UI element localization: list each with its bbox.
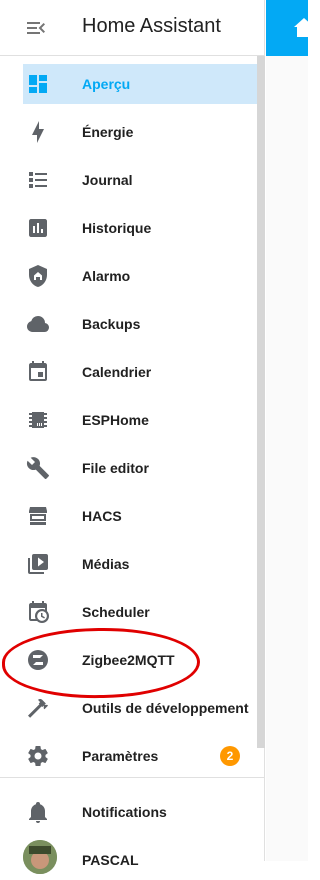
- sidebar-item-energie[interactable]: Énergie: [0, 112, 258, 152]
- sidebar-item-backups[interactable]: Backups: [0, 304, 258, 344]
- bell-icon: [29, 802, 47, 823]
- sidebar-item-label: Historique: [82, 220, 152, 236]
- sidebar-item-apercu[interactable]: Aperçu: [23, 64, 257, 104]
- play-box-icon: [28, 554, 48, 574]
- gear-icon: [28, 746, 48, 766]
- sidebar-item-label: ESPHome: [82, 412, 149, 428]
- sidebar-item-parametres[interactable]: Paramètres 2: [0, 736, 258, 776]
- menu-open-icon[interactable]: [24, 16, 48, 40]
- chart-box-icon: [29, 219, 47, 237]
- avatar-image: [23, 840, 57, 874]
- sidebar-item-journal[interactable]: Journal: [0, 160, 258, 200]
- sidebar-header: Home Assistant: [0, 0, 265, 56]
- hacs-icon: [29, 507, 47, 525]
- sidebar-divider: [0, 777, 265, 778]
- sidebar-item-label: Calendrier: [82, 364, 152, 380]
- chip-icon: [29, 412, 47, 428]
- sidebar-scrollbar[interactable]: [257, 56, 265, 748]
- cloud-icon: [27, 316, 49, 332]
- user-name: PASCAL: [82, 852, 139, 868]
- home-assistant-icon[interactable]: [292, 16, 316, 40]
- notification-badge: 2: [220, 746, 240, 766]
- sidebar-item-notifications[interactable]: Notifications: [0, 792, 258, 832]
- sidebar-item-label: Backups: [82, 316, 141, 332]
- main-toolbar: [266, 0, 314, 56]
- sidebar-item-label: Paramètres: [82, 748, 159, 764]
- sidebar-item-label: File editor: [82, 460, 149, 476]
- sidebar-item-label: Journal: [82, 172, 133, 188]
- avatar[interactable]: [23, 840, 57, 874]
- calendar-clock-icon: [29, 601, 49, 623]
- sidebar-item-label: HACS: [82, 508, 122, 524]
- sidebar-item-label: Outils de développement: [82, 700, 249, 716]
- wrench-icon: [26, 457, 49, 479]
- hammer-icon: [28, 698, 48, 718]
- sidebar-item-esphome[interactable]: ESPHome: [0, 400, 258, 440]
- shield-home-icon: [29, 265, 47, 287]
- lightning-bolt-icon: [32, 121, 44, 143]
- sidebar-item-label: Notifications: [82, 804, 167, 820]
- sidebar-item-historique[interactable]: Historique: [0, 208, 258, 248]
- main-content: [266, 0, 308, 861]
- sidebar: Home Assistant Aperçu Énergie Journal Hi…: [0, 0, 265, 874]
- sidebar-item-label: Alarmo: [82, 268, 131, 284]
- sidebar-item-label: Scheduler: [82, 604, 150, 620]
- app-title: Home Assistant: [82, 15, 221, 37]
- calendar-icon: [29, 361, 47, 381]
- dashboard-icon: [29, 75, 47, 93]
- sidebar-item-alarmo[interactable]: Alarmo: [0, 256, 258, 296]
- sidebar-item-medias[interactable]: Médias: [0, 544, 258, 584]
- format-list-icon: [29, 172, 47, 188]
- sidebar-item-calendrier[interactable]: Calendrier: [0, 352, 258, 392]
- sidebar-item-file-editor[interactable]: File editor: [0, 448, 258, 488]
- sidebar-item-hacs[interactable]: HACS: [0, 496, 258, 536]
- sidebar-item-label: Énergie: [82, 124, 134, 140]
- sidebar-item-label: Médias: [82, 556, 130, 572]
- sidebar-item-label: Aperçu: [82, 76, 131, 92]
- sidebar-item-scheduler[interactable]: Scheduler: [0, 592, 258, 632]
